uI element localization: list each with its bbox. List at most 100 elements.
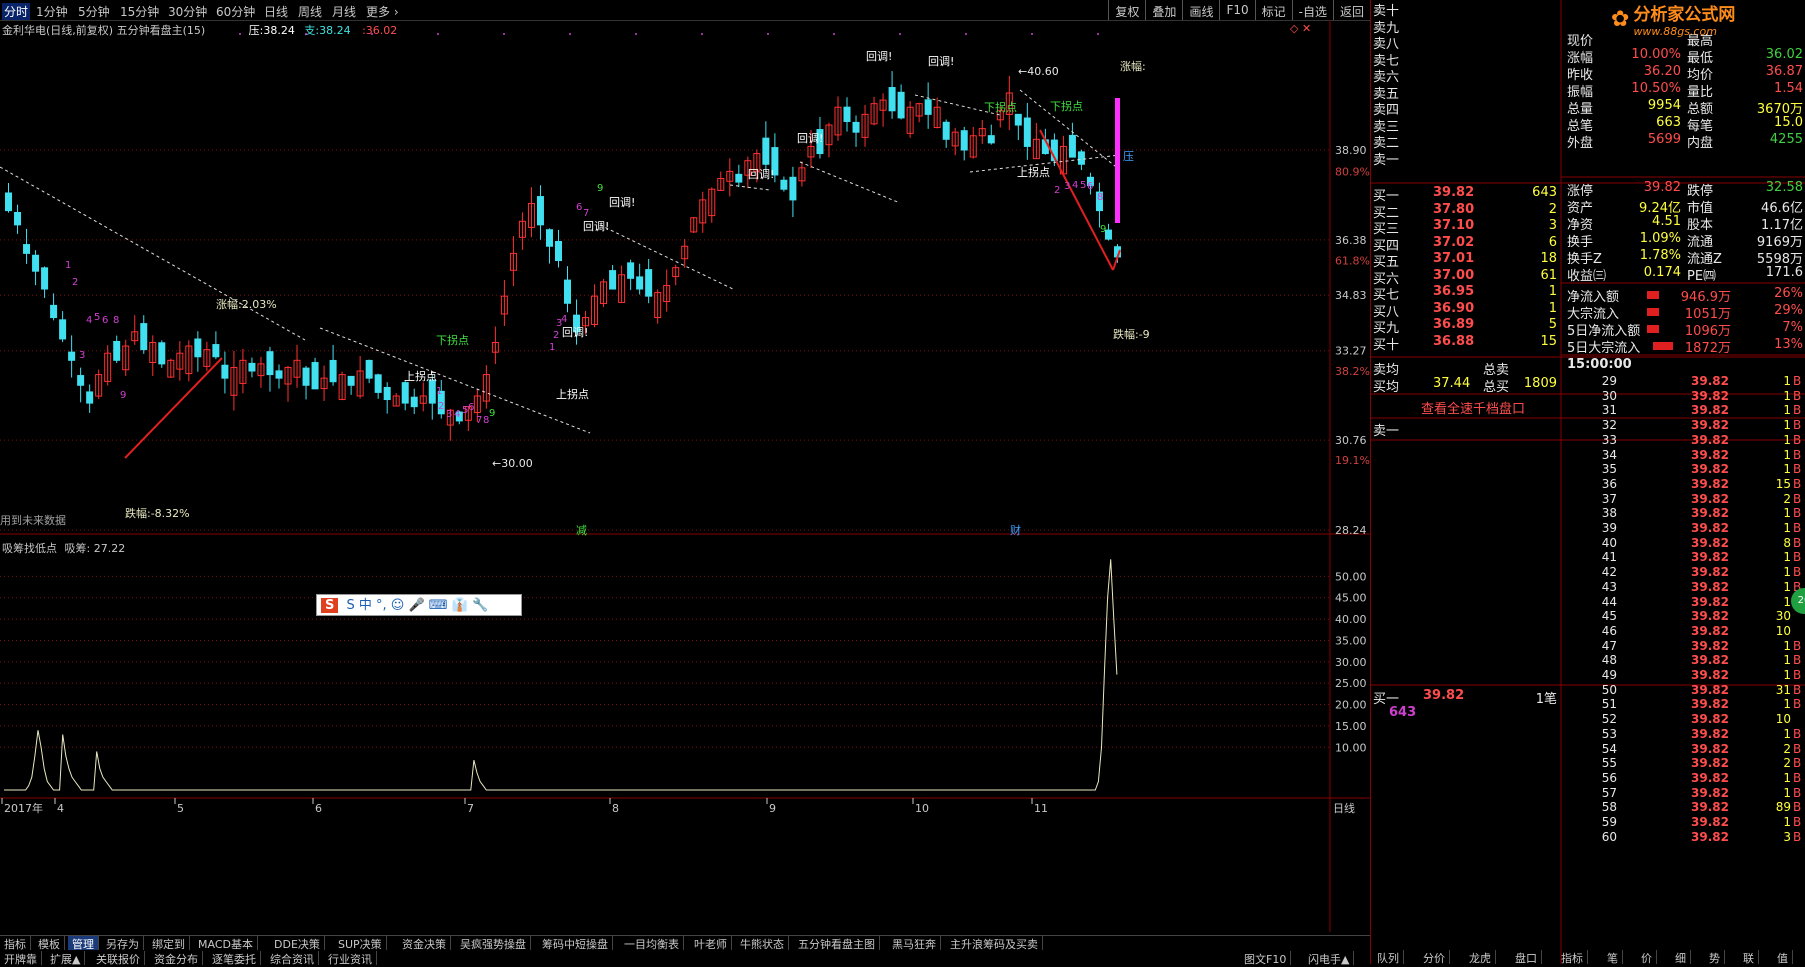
quote-value: 10.00%: [1631, 47, 1681, 62]
period-tab-5[interactable]: 60分钟: [216, 3, 255, 20]
chart-tool-button-3[interactable]: F10: [1219, 0, 1254, 20]
count-number: 3: [1064, 181, 1070, 192]
quote-label: 最高: [1687, 34, 1714, 49]
tick-side: B: [1793, 829, 1802, 844]
tab-4[interactable]: 绑定到: [148, 936, 190, 951]
ind-tick: 30.00: [1335, 656, 1367, 669]
candle-body: [1014, 113, 1022, 126]
panel-tab-6[interactable]: 价: [1637, 950, 1657, 965]
chart-tool-button-6[interactable]: 返回: [1332, 0, 1370, 20]
buy-order-vol: 5: [1548, 317, 1557, 332]
tab-15[interactable]: 黑马狂奔: [888, 936, 941, 951]
period-tab-7[interactable]: 周线: [298, 3, 322, 20]
tab-row2-0[interactable]: 开牌靠: [0, 951, 42, 966]
tab-10[interactable]: 筹码中短操盘: [538, 936, 613, 951]
tab-14[interactable]: 五分钟看盘主图: [794, 936, 880, 951]
tab-8[interactable]: 资金决策: [398, 936, 451, 951]
tab-13[interactable]: 牛熊状态: [736, 936, 789, 951]
tab-row2-5[interactable]: 综合资讯: [266, 951, 319, 966]
count-number: 4: [561, 314, 567, 325]
panel-tab-10[interactable]: 值: [1773, 950, 1793, 965]
flow-pct: 7%: [1782, 320, 1803, 335]
tab-row2-4[interactable]: 逐笔委托: [208, 951, 261, 966]
count-nine: 9: [597, 183, 603, 194]
candle-body: [302, 367, 310, 386]
total-buy-label: 总买: [1483, 380, 1510, 395]
chart-tool-button-0[interactable]: 复权: [1108, 0, 1145, 20]
tab-5[interactable]: MACD基本: [194, 936, 258, 951]
panel-tab-8[interactable]: 势: [1705, 950, 1725, 965]
ime-toolbar[interactable]: S S 中 °, ☺ 🎤 ⌨ 👔 🔧: [316, 594, 522, 616]
pct-tick: 80.9%: [1335, 165, 1370, 178]
candle-body: [86, 391, 94, 404]
period-tab-9[interactable]: 更多 ›: [366, 3, 399, 20]
period-tab-3[interactable]: 15分钟: [120, 3, 159, 20]
panel-tab-3[interactable]: 盘口: [1511, 950, 1542, 965]
period-tab-0[interactable]: 分时: [2, 3, 31, 20]
fund-label: 股本: [1687, 218, 1714, 233]
huitiao-marker: 回调!: [928, 55, 954, 68]
sogou-icon[interactable]: S: [321, 598, 339, 613]
tab-1[interactable]: 模板: [34, 936, 65, 951]
chart-area[interactable]: 金利华电(日线,前复权) 五分钟看盘主(15) 压:38.24 支:38.24 …: [0, 20, 1370, 932]
price-tick: 36.38: [1335, 234, 1367, 247]
chart-tool-button-1[interactable]: 叠加: [1145, 0, 1182, 20]
flow-label: 大宗流入: [1567, 307, 1620, 322]
chart-tool-button-5[interactable]: -自选: [1291, 0, 1333, 20]
panel-tab-2[interactable]: 龙虎: [1465, 950, 1496, 965]
tab-6[interactable]: DDE决策: [270, 936, 325, 951]
quote-label: 最低: [1687, 51, 1714, 66]
pct-tick: 61.8%: [1335, 255, 1370, 268]
tab-row2-3[interactable]: 资金分布: [150, 951, 203, 966]
indicator-title: 吸筹找低点: [2, 542, 57, 555]
marker-dot: [1031, 33, 1033, 35]
flow-pct: 13%: [1774, 337, 1803, 352]
queue-buy1-vol: 643: [1389, 705, 1417, 720]
quote-label: 总笔: [1567, 119, 1594, 134]
full-depth-link[interactable]: 查看全速千档盘口: [1421, 398, 1525, 417]
buy-order-label: 买三: [1373, 222, 1400, 237]
period-tab-1[interactable]: 1分钟: [36, 3, 68, 20]
tab-7[interactable]: SUP决策: [334, 936, 387, 951]
tab-row2-6[interactable]: 行业资讯: [324, 951, 377, 966]
period-tab-8[interactable]: 月线: [332, 3, 356, 20]
price-tick: 33.27: [1335, 345, 1367, 358]
fund-value: 5598万: [1756, 252, 1803, 267]
tab-row2-1[interactable]: 扩展▲: [46, 951, 86, 966]
marker-dot: [305, 33, 307, 35]
chart-tool-button-2[interactable]: 画线: [1182, 0, 1219, 20]
candle-body: [14, 212, 22, 226]
panel-tab-0[interactable]: 队列: [1373, 950, 1404, 965]
marker-dot: [767, 33, 769, 35]
tab-row2-2[interactable]: 关联报价: [92, 951, 145, 966]
chart-tool-button-4[interactable]: 标记: [1254, 0, 1292, 20]
tick-time: 60: [1601, 829, 1617, 844]
period-tab-6[interactable]: 日线: [264, 3, 288, 20]
x-axis-period: 日线: [1333, 801, 1355, 815]
tab-16[interactable]: 主升浪筹码及买卖: [946, 936, 1043, 951]
sell-order-1: 卖九: [1373, 20, 1400, 36]
flow-pct: 29%: [1774, 303, 1803, 318]
panel-tab-4[interactable]: 指标: [1557, 950, 1588, 965]
buy-order-label: 买五: [1373, 255, 1400, 270]
panel-tab-7[interactable]: 细: [1671, 950, 1691, 965]
tab-12[interactable]: 叶老师: [690, 936, 732, 951]
count-number: 5: [1080, 180, 1086, 191]
panel-tab-9[interactable]: 联: [1739, 950, 1759, 965]
tab-2[interactable]: 管理: [68, 936, 99, 951]
buy-order-label: 买十: [1373, 337, 1400, 353]
period-tab-4[interactable]: 30分钟: [168, 3, 207, 20]
tab-11[interactable]: 一目均衡表: [620, 936, 684, 951]
tab-row2-right-0[interactable]: 图文F10: [1240, 951, 1292, 966]
flow-value: 1872万: [1684, 341, 1731, 356]
tab-row2-right-1[interactable]: 闪电手▲: [1304, 951, 1355, 966]
period-tab-2[interactable]: 5分钟: [78, 3, 110, 20]
panel-tab-1[interactable]: 分价: [1419, 950, 1450, 965]
panel-tab-5[interactable]: 笔: [1603, 950, 1623, 965]
tab-3[interactable]: 另存为: [102, 936, 144, 951]
huitiao-marker: 回调!: [609, 196, 635, 209]
count-number: 6: [576, 202, 582, 213]
tab-9[interactable]: 吴疯强势操盘: [456, 936, 531, 951]
tab-0[interactable]: 指标: [0, 936, 31, 951]
candle-body: [1068, 134, 1076, 158]
